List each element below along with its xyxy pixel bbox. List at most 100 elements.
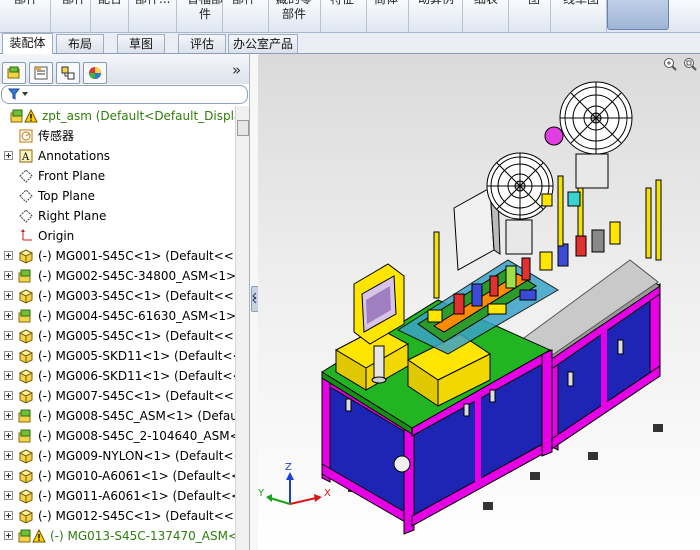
tree-node[interactable]: (-) MG008-S45C_2-104640_ASM< xyxy=(0,426,235,446)
subassembly-icon xyxy=(18,408,34,424)
tree-vertical-scrollbar[interactable] xyxy=(235,106,249,550)
feature-tree: zpt_asm (Default<Default_Display 传感器 A Anno… xyxy=(0,106,235,550)
filter-icon[interactable] xyxy=(8,87,30,101)
tree-node-label: (-) MG007-S45C<1> (Default<<D xyxy=(38,389,235,403)
expand-toggle-icon[interactable] xyxy=(4,251,13,260)
tree-node[interactable]: A Annotations xyxy=(0,146,235,166)
tree-node-label: (-) MG012-S45C<1> (Default<<D xyxy=(38,509,235,523)
command-manager-tabs: 装配体 布局 草图 评估 办公室产品 xyxy=(0,33,700,54)
tree-node-label: (-) MG011-A6061<1> (Default<< xyxy=(38,489,235,503)
ribbon-button-11[interactable]: 图 xyxy=(528,0,540,7)
tree-node[interactable]: (-) MG007-S45C<1> (Default<<D xyxy=(0,386,235,406)
ribbon-separator xyxy=(606,0,607,32)
expand-toggle-icon[interactable] xyxy=(4,511,13,520)
expand-toggle-icon[interactable] xyxy=(4,451,13,460)
expand-toggle-icon[interactable] xyxy=(4,311,13,320)
subassembly-icon xyxy=(18,268,34,284)
tree-node[interactable]: (-) MG006-SKD11<1> (Default<< xyxy=(0,366,235,386)
tree-node[interactable]: (-) MG011-A6061<1> (Default<< xyxy=(0,486,235,506)
expand-toggle-icon[interactable] xyxy=(4,431,13,440)
ribbon-button-5[interactable]: 部件 xyxy=(232,0,256,7)
expand-toggle-icon[interactable] xyxy=(4,411,13,420)
svg-text:A: A xyxy=(21,152,30,163)
tree-node[interactable]: (-) MG010-A6061<1> (Default<< xyxy=(0,466,235,486)
triad-y-label: Y xyxy=(258,488,265,499)
ribbon-button-2[interactable]: 配合 xyxy=(98,0,122,7)
tree-root-node[interactable]: zpt_asm (Default<Default_Display xyxy=(0,106,235,126)
configurationmanager-tab[interactable] xyxy=(56,62,80,84)
ribbon-button-12[interactable]: 线草图 xyxy=(563,0,599,7)
ribbon-button-4[interactable]: 曾福部 件 xyxy=(187,0,223,22)
ribbon-button-9[interactable]: 动算例 xyxy=(418,0,454,7)
expand-toggle-icon[interactable] xyxy=(4,331,13,340)
tab-3[interactable]: 评估 xyxy=(178,34,226,53)
propertymanager-tab[interactable] xyxy=(29,62,53,84)
displaymanager-tab[interactable] xyxy=(83,62,107,84)
tree-node[interactable]: (-) MG001-S45C<1> (Default<<D xyxy=(0,246,235,266)
expand-toggle-icon[interactable] xyxy=(4,271,13,280)
tree-node[interactable]: (-) MG005-SKD11<1> (Default<< xyxy=(0,346,235,366)
ribbon-separator xyxy=(50,0,51,32)
tree-node-label: (-) MG003-S45C<1> (Default<<D xyxy=(38,289,235,303)
annotation-icon: A xyxy=(18,148,34,164)
warning-icon xyxy=(32,528,46,543)
tree-node[interactable]: (-) MG013-S45C-137470_ASM< xyxy=(0,526,235,546)
ribbon-button-7[interactable]: 特征 xyxy=(330,0,354,7)
tree-node[interactable]: (-) MG004-S45C-61630_ASM<1> xyxy=(0,306,235,326)
tab-0[interactable]: 装配体 xyxy=(2,33,53,54)
panel-tabs-toolbar: » xyxy=(0,54,249,84)
ribbon-button-0[interactable]: 部件 xyxy=(14,0,38,7)
expand-toggle-icon[interactable] xyxy=(4,471,13,480)
tree-node-label: (-) MG005-SKD11<1> (Default<< xyxy=(38,349,235,363)
subassembly-icon xyxy=(18,428,34,444)
propertymanager-icon xyxy=(34,66,48,80)
tree-node-label: Right Plane xyxy=(38,209,107,223)
machine-assembly-model: Z X Y xyxy=(258,81,663,535)
expand-toggle-icon[interactable] xyxy=(4,391,13,400)
tree-node-label: Origin xyxy=(38,229,75,243)
active-command-button[interactable] xyxy=(607,0,669,30)
filter-box[interactable] xyxy=(1,85,248,104)
part-icon xyxy=(18,488,34,504)
tree-node[interactable]: (-) MG009-NYLON<1> (Default<< xyxy=(0,446,235,466)
collapse-panel-button[interactable]: » xyxy=(232,61,241,79)
expand-toggle-icon[interactable] xyxy=(4,531,13,540)
tab-2[interactable]: 草图 xyxy=(117,34,165,53)
tree-node-label: (-) MG010-A6061<1> (Default<< xyxy=(38,469,235,483)
tree-node[interactable]: 传感器 xyxy=(0,126,235,146)
ribbon-button-10[interactable]: 细表 xyxy=(474,0,498,7)
tree-node[interactable]: (-) MG003-S45C<1> (Default<<D xyxy=(0,286,235,306)
panel-splitter[interactable] xyxy=(250,54,259,550)
tree-node-label: Annotations xyxy=(38,149,111,163)
tab-4[interactable]: 办公室产品 xyxy=(228,34,298,53)
expand-toggle-icon[interactable] xyxy=(4,351,13,360)
tree-node[interactable]: (-) MG012-S45C<1> (Default<<D xyxy=(0,506,235,526)
expand-toggle-icon[interactable] xyxy=(4,291,13,300)
plane-icon xyxy=(18,188,34,204)
ribbon-button-8[interactable]: 筒体 xyxy=(374,0,398,7)
tree-node-label: (-) MG001-S45C<1> (Default<<D xyxy=(38,249,235,263)
featuremanager-tab[interactable] xyxy=(2,62,26,84)
tree-node[interactable]: (-) MG005-S45C<1> (Default<<D xyxy=(0,326,235,346)
tree-node[interactable]: (-) MG002-S45C-34800_ASM<1> xyxy=(0,266,235,286)
expand-toggle-icon[interactable] xyxy=(4,151,13,160)
ribbon-button-3[interactable]: 部件... xyxy=(135,0,170,7)
ribbon-button-1[interactable]: 部件 xyxy=(62,0,86,7)
expand-toggle-icon[interactable] xyxy=(4,371,13,380)
ribbon-separator xyxy=(176,0,177,32)
ribbon-button-6[interactable]: 藏的零 部件 xyxy=(276,0,312,22)
tree-node[interactable]: Front Plane xyxy=(0,166,235,186)
tree-node[interactable]: Top Plane xyxy=(0,186,235,206)
tree-node[interactable]: (-) MG008-S45C_ASM<1> (Defau xyxy=(0,406,235,426)
tree-node[interactable]: Origin xyxy=(0,226,235,246)
expand-toggle-icon[interactable] xyxy=(4,491,13,500)
subassembly-icon xyxy=(18,308,34,324)
tree-node-label: (-) MG008-S45C_2-104640_ASM< xyxy=(38,429,235,443)
tab-1[interactable]: 布局 xyxy=(56,34,104,53)
tree-node-label: (-) MG002-S45C-34800_ASM<1> xyxy=(38,269,235,283)
scrollbar-thumb[interactable] xyxy=(237,120,249,136)
tree-node-label: (-) MG008-S45C_ASM<1> (Defau xyxy=(38,409,235,423)
tree-node-label: (-) MG004-S45C-61630_ASM<1> xyxy=(38,309,235,323)
graphics-area[interactable]: Z X Y xyxy=(258,54,700,550)
tree-node[interactable]: Right Plane xyxy=(0,206,235,226)
